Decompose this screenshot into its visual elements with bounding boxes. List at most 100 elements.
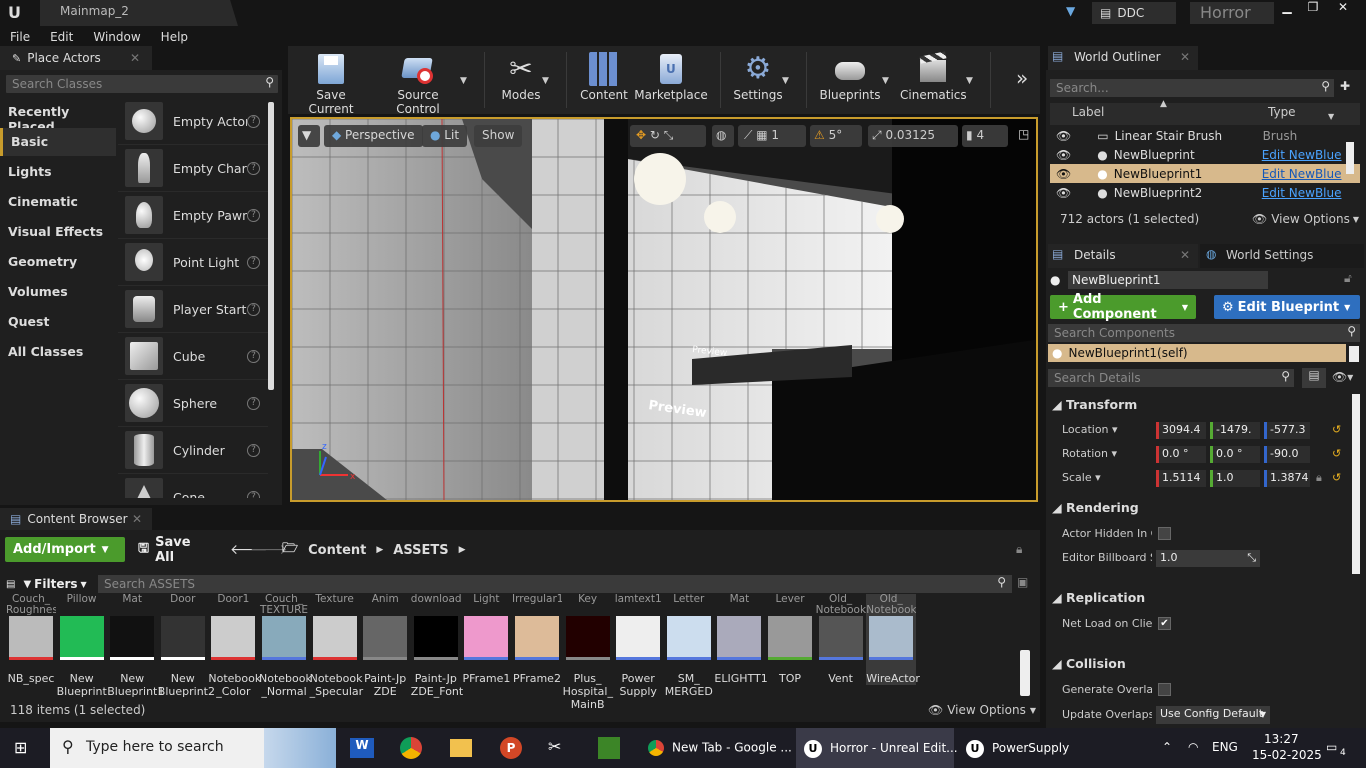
rotate-icon[interactable]: ↻ — [650, 128, 660, 142]
settings-button[interactable]: ⚙ Settings — [728, 48, 788, 112]
chrome-icon[interactable] — [400, 737, 422, 759]
section-collision[interactable]: ◢ Collision — [1048, 653, 1352, 675]
maximize-icon[interactable]: ❐ — [1300, 0, 1326, 18]
transform-tools[interactable]: ✥ ↻ ⤡ — [630, 125, 706, 147]
minimize-icon[interactable]: ▁ — [1274, 0, 1300, 18]
eye-icon[interactable]: 👁︎▾ — [1332, 370, 1353, 384]
world-local-icon[interactable]: ◍ — [712, 125, 734, 147]
add-actor-icon[interactable]: ✚ — [1340, 79, 1350, 93]
asset-tile[interactable]: Texture Notebook _Specular — [310, 594, 364, 698]
cinematics-button[interactable]: Cinematics — [900, 48, 967, 112]
viewport-options-dropdown[interactable]: ▼ — [298, 125, 320, 147]
rotation-label[interactable]: Rotation ▾ — [1062, 447, 1152, 460]
category-visual-effects[interactable]: Visual Effects — [0, 218, 116, 246]
close-icon[interactable]: ✕ — [1330, 0, 1356, 18]
search-components-input[interactable]: Search Components ⚲ — [1048, 324, 1360, 342]
project-name-button[interactable]: Horror — [1190, 2, 1274, 24]
actor-item[interactable]: Sphere? — [118, 380, 268, 427]
marketplace-button[interactable]: U Marketplace — [634, 48, 708, 112]
translate-icon[interactable]: ✥ — [636, 128, 646, 142]
world-outliner-tab[interactable]: World Outliner ✕ — [1048, 46, 1198, 70]
scale-snap-group[interactable]: ⤢ 0.03125 — [868, 125, 958, 147]
rotation-x-field[interactable]: 0.0 ° — [1156, 446, 1206, 463]
asset-tile[interactable]: Mat ELIGHTT1 — [714, 594, 767, 685]
category-all-classes[interactable]: All Classes — [0, 338, 116, 366]
windows-start-icon[interactable]: ⊞ — [14, 738, 27, 757]
asset-tile[interactable]: Old_ Notebook WireActor — [866, 594, 920, 685]
scale-icon[interactable]: ⤡ — [664, 128, 674, 142]
search-classes-input[interactable]: Search Classes ⚲ — [6, 75, 278, 93]
breadcrumb-content[interactable]: Content — [308, 543, 366, 558]
category-recently-placed[interactable]: Recently Placed — [0, 98, 116, 134]
section-replication[interactable]: ◢ Replication — [1048, 587, 1352, 609]
actor-item[interactable]: Point Light? — [118, 239, 268, 286]
show-dropdown[interactable]: Show — [474, 125, 523, 147]
taskbar-app-powersupply[interactable]: U PowerSupply — [958, 728, 1090, 768]
reset-arrow-icon[interactable]: ↺ — [1332, 423, 1341, 436]
asset-tile[interactable]: Couch_ TEXTURE Notebook _Normal — [259, 594, 312, 698]
edit-blueprint-link[interactable]: Edit NewBlue — [1262, 186, 1342, 200]
eye-icon[interactable]: 👁︎ — [1056, 148, 1071, 162]
rotation-y-field[interactable]: 0.0 ° — [1210, 446, 1260, 463]
menu-edit[interactable]: Edit — [40, 28, 83, 44]
lock-icon[interactable]: 🔓︎ — [1344, 271, 1352, 286]
outliner-view-options[interactable]: 👁︎ View Options ▼ — [1252, 212, 1359, 226]
edit-blueprint-link[interactable]: Edit NewBlue — [1262, 148, 1342, 162]
net-load-checkbox[interactable]: ✔ — [1158, 617, 1171, 630]
camera-speed-value[interactable]: 4 — [976, 128, 984, 142]
scale-x-field[interactable]: 1.5114 — [1156, 470, 1206, 487]
word-icon[interactable]: W — [350, 738, 374, 758]
eye-icon[interactable]: 👁︎ — [1056, 186, 1071, 200]
taskbar-app-unreal[interactable]: U Horror - Unreal Edit... — [796, 728, 958, 768]
save-search-icon[interactable]: ▣ — [1017, 575, 1028, 589]
property-matrix-icon[interactable]: ▤ — [1302, 368, 1326, 388]
close-tab-icon[interactable]: ✕ — [1180, 50, 1190, 64]
section-rendering[interactable]: ◢ Rendering — [1048, 497, 1352, 519]
blueprints-button[interactable]: Blueprints — [818, 48, 882, 112]
category-lights[interactable]: Lights — [0, 158, 116, 186]
outliner-row[interactable]: 👁︎ ▭ Linear Stair Brush Brush — [1050, 126, 1360, 145]
asset-tile[interactable]: Irregular1 PFrame2 — [512, 594, 562, 685]
menu-file[interactable]: File — [0, 28, 40, 44]
category-basic[interactable]: Basic — [0, 128, 116, 156]
help-icon[interactable]: ? — [247, 208, 260, 222]
level-viewport[interactable]: Preview Preview x z ▼ ◆ Perspective ● Li… — [290, 117, 1038, 502]
help-icon[interactable]: ? — [247, 443, 260, 457]
outliner-row-selected[interactable]: 👁︎ ● NewBlueprint1 Edit NewBlue — [1050, 164, 1360, 183]
asset-tile[interactable]: Lever TOP — [765, 594, 815, 685]
modes-button[interactable]: ✂ Modes — [496, 48, 546, 112]
location-x-field[interactable]: 3094.4 — [1156, 422, 1206, 439]
edit-blueprint-button[interactable]: ⚙ Edit Blueprint ▼ — [1214, 295, 1360, 319]
chevron-down-icon[interactable]: ▼ — [1328, 112, 1334, 121]
close-tab-icon[interactable]: ✕ — [130, 51, 140, 65]
minecraft-icon[interactable] — [598, 737, 620, 759]
grid-snap-value[interactable]: 1 — [771, 128, 779, 142]
level-tab[interactable]: Mainmap_2 — [40, 0, 238, 26]
details-scrollbar[interactable] — [1352, 394, 1360, 574]
ddc-button[interactable]: ▤ DDC — [1092, 2, 1176, 24]
lock-ratio-icon[interactable]: 🔒︎ — [1316, 471, 1322, 485]
section-transform[interactable]: ◢ Transform — [1048, 394, 1352, 416]
actor-item[interactable]: Cone? — [118, 474, 268, 498]
category-volumes[interactable]: Volumes — [0, 278, 116, 306]
category-cinematic[interactable]: Cinematic — [0, 188, 116, 216]
asset-tile[interactable]: Mat New Blueprint1 — [107, 594, 164, 698]
save-current-button[interactable]: Save Current — [292, 48, 370, 116]
sources-toggle-icon[interactable]: ▤ — [6, 579, 15, 590]
actor-item[interactable]: Player Start? — [118, 286, 268, 333]
grid-snap-icon[interactable]: ▦ — [756, 128, 767, 142]
close-tab-icon[interactable]: ✕ — [1180, 248, 1190, 262]
reset-arrow-icon[interactable]: ↺ — [1332, 471, 1341, 484]
column-type[interactable]: Type — [1268, 105, 1296, 119]
asset-tile[interactable]: Key Plus_ Hospital_ MainB — [563, 594, 613, 711]
rotation-snap-value[interactable]: 5° — [829, 128, 843, 142]
chevron-down-icon[interactable]: ▼ — [542, 76, 549, 86]
save-all-button[interactable]: 🖫 Save All — [132, 535, 216, 565]
help-icon[interactable]: ? — [247, 255, 260, 269]
content-view-options[interactable]: 👁︎ View Options ▼ — [928, 703, 1036, 717]
menu-window[interactable]: Window — [83, 28, 150, 44]
lit-dropdown[interactable]: ● Lit — [422, 125, 468, 147]
filters-button[interactable]: ▤ ▼ Filters ▼ — [6, 575, 94, 593]
actor-name-field[interactable]: NewBlueprint1 — [1068, 271, 1268, 289]
scale-y-field[interactable]: 1.0 — [1210, 470, 1260, 487]
